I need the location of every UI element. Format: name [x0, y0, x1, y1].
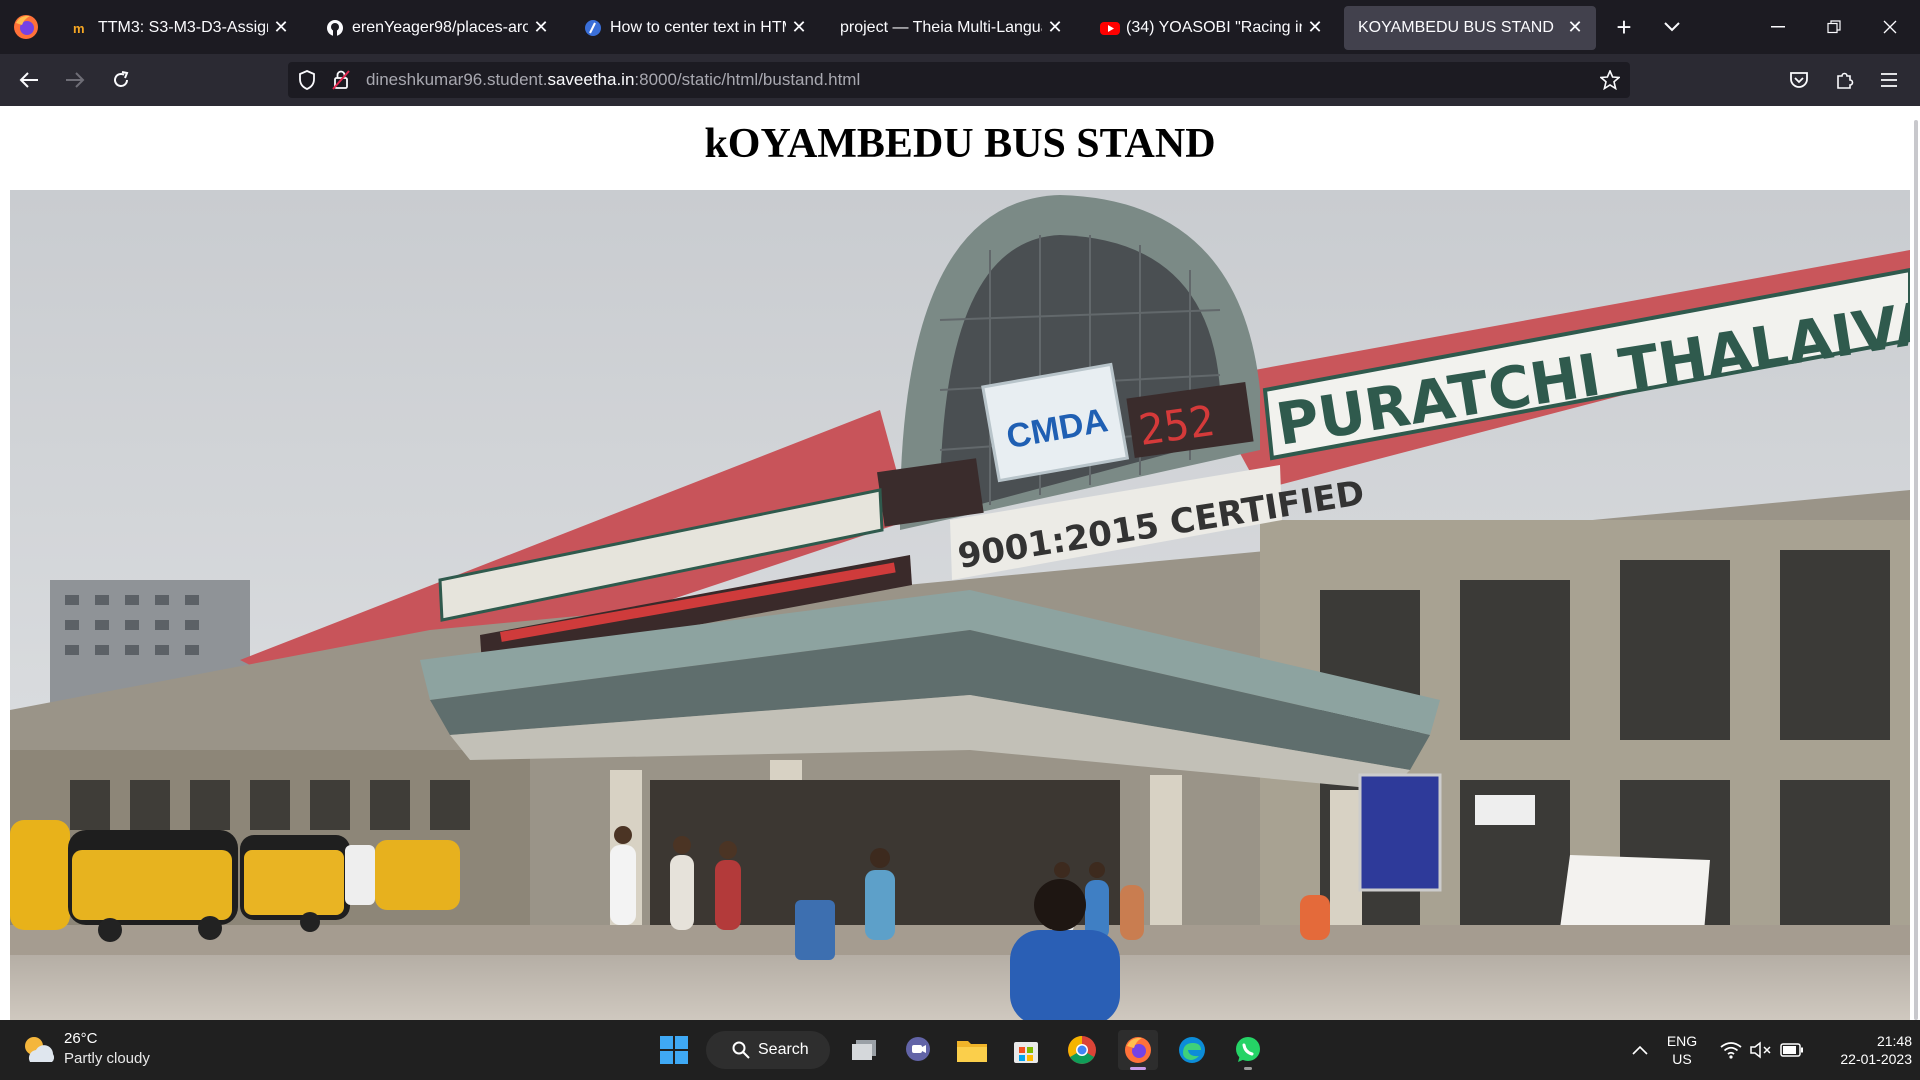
chat-icon [906, 1037, 930, 1061]
page-scrollbar[interactable] [1914, 120, 1918, 1020]
volume-muted-icon [1750, 1041, 1771, 1059]
weather-temperature: 26°C [64, 1030, 98, 1047]
puzzle-icon [1837, 72, 1854, 89]
language-code: ENG [1666, 1033, 1698, 1049]
url-suffix: :8000/static/html/bustand.html [634, 70, 861, 89]
ttm-icon: m [72, 19, 90, 37]
tab-theia[interactable]: project — Theia Multi-Language ✕ [826, 6, 1076, 50]
forward-button[interactable] [58, 63, 92, 97]
quick-settings-button[interactable] [1712, 1030, 1822, 1070]
task-view-button[interactable] [844, 1030, 884, 1070]
tab-title: KOYAMBEDU BUS STAND [1358, 19, 1554, 36]
taskbar-search[interactable]: Search [706, 1031, 830, 1069]
tab-ttm[interactable]: m TTM3: S3-M3-D3-Assignmen ✕ [58, 6, 302, 50]
restore-button[interactable] [1806, 0, 1862, 54]
tab-youtube[interactable]: (34) YOASOBI "Racing into t ✕ [1086, 6, 1336, 50]
show-hidden-icons-button[interactable] [1620, 1030, 1660, 1070]
extensions-button[interactable] [1828, 63, 1862, 97]
store-icon [1014, 1042, 1038, 1063]
close-tab-icon[interactable]: ✕ [1564, 16, 1586, 38]
hamburger-menu-icon [1881, 73, 1897, 87]
firefox-icon[interactable] [12, 13, 40, 41]
url-prefix: dineshkumar96.student. [366, 70, 548, 89]
search-label: Search [758, 1041, 809, 1058]
tab-w3schools[interactable]: How to center text in HTML ✕ [570, 6, 820, 50]
language-indicator[interactable]: ENG US [1662, 1032, 1702, 1068]
pocket-button[interactable] [1782, 63, 1816, 97]
running-app-indicator [1244, 1067, 1252, 1070]
folder-icon [957, 1041, 987, 1062]
url-text[interactable]: dineshkumar96.student.saveetha.in:8000/s… [366, 71, 860, 89]
keyboard-layout: US [1672, 1051, 1692, 1067]
arrow-right-icon [66, 72, 85, 88]
close-tab-icon[interactable]: ✕ [788, 16, 810, 38]
chevron-down-icon [1664, 22, 1680, 32]
file-explorer-button[interactable] [952, 1030, 992, 1070]
youtube-icon [1100, 19, 1120, 37]
active-app-indicator [1130, 1067, 1146, 1070]
weather-condition: Partly cloudy [64, 1050, 150, 1067]
minimize-button[interactable] [1750, 0, 1806, 54]
tab-strip: m TTM3: S3-M3-D3-Assignmen ✕ erenYeager9… [0, 0, 1920, 54]
edge-icon [1179, 1037, 1205, 1063]
reload-icon [114, 71, 129, 87]
teams-chat-button[interactable] [898, 1030, 938, 1070]
insecure-lock-icon[interactable] [332, 70, 350, 90]
tab-title: TTM3: S3-M3-D3-Assignmen [98, 19, 268, 36]
wifi-icon [1720, 1042, 1742, 1059]
start-button[interactable] [654, 1030, 694, 1070]
close-window-button[interactable] [1862, 0, 1918, 54]
page-title: kOYAMBEDU BUS STAND [704, 121, 1216, 167]
close-tab-icon[interactable]: ✕ [1044, 16, 1066, 38]
clock[interactable]: 21:48 22-01-2023 [1808, 1032, 1912, 1068]
new-tab-button[interactable]: + [1598, 0, 1650, 54]
edge-button[interactable] [1172, 1030, 1212, 1070]
task-view-icon [852, 1040, 876, 1060]
web-page: kOYAMBEDU BUS STAND CMDA 252 PURATCHI TH… [0, 106, 1920, 1020]
bus-stand-photo: CMDA 252 PURATCHI THALAIVAR 9001:2015 CE… [10, 190, 1910, 1020]
search-icon [732, 1041, 750, 1059]
tab-koyambedu[interactable]: KOYAMBEDU BUS STAND ✕ [1344, 6, 1596, 50]
address-bar[interactable]: dineshkumar96.student.saveetha.in:8000/s… [288, 62, 1630, 98]
app-menu-button[interactable] [1872, 63, 1906, 97]
close-tab-icon[interactable]: ✕ [270, 16, 292, 38]
reload-button[interactable] [104, 63, 138, 97]
close-tab-icon[interactable]: ✕ [1304, 16, 1326, 38]
windows-taskbar: 26°C Partly cloudy Search ENG US 21:48 2… [0, 1020, 1920, 1080]
close-icon [1883, 20, 1897, 34]
tab-title: How to center text in HTML [610, 19, 786, 36]
url-domain: saveetha.in [547, 70, 635, 89]
windows-start-icon [660, 1036, 688, 1064]
led-display-text: 252 [1136, 396, 1218, 455]
arrow-left-icon [19, 72, 38, 88]
whatsapp-icon [1236, 1037, 1260, 1062]
back-button[interactable] [12, 63, 46, 97]
chrome-button[interactable] [1062, 1030, 1102, 1070]
microsoft-store-button[interactable] [1006, 1030, 1046, 1070]
navigation-toolbar: dineshkumar96.student.saveetha.in:8000/s… [0, 54, 1920, 106]
github-icon [326, 19, 344, 37]
chevron-up-icon [1632, 1045, 1648, 1055]
minimize-icon [1771, 26, 1785, 28]
firefox-taskbar-button[interactable] [1118, 1030, 1158, 1070]
svg-text:m: m [73, 21, 85, 36]
whatsapp-button[interactable] [1228, 1030, 1268, 1070]
restore-icon [1827, 20, 1841, 34]
firefox-icon [1125, 1037, 1151, 1063]
tab-title: (34) YOASOBI "Racing into t [1126, 19, 1302, 36]
bookmark-star-icon[interactable] [1600, 70, 1620, 90]
tab-title: project — Theia Multi-Language [840, 19, 1042, 36]
tab-github[interactable]: erenYeager98/places-aroun ✕ [312, 6, 562, 50]
partly-cloudy-icon [25, 1037, 55, 1062]
close-tab-icon[interactable]: ✕ [530, 16, 552, 38]
shield-icon[interactable] [298, 70, 316, 90]
list-all-tabs-button[interactable] [1648, 0, 1696, 54]
chrome-icon [1068, 1036, 1096, 1064]
clock-date: 22-01-2023 [1840, 1051, 1912, 1067]
battery-icon [1780, 1043, 1803, 1057]
tab-title: erenYeager98/places-aroun [352, 19, 528, 36]
w3-icon [584, 19, 602, 37]
clock-time: 21:48 [1876, 1033, 1912, 1049]
pocket-icon [1790, 72, 1808, 88]
